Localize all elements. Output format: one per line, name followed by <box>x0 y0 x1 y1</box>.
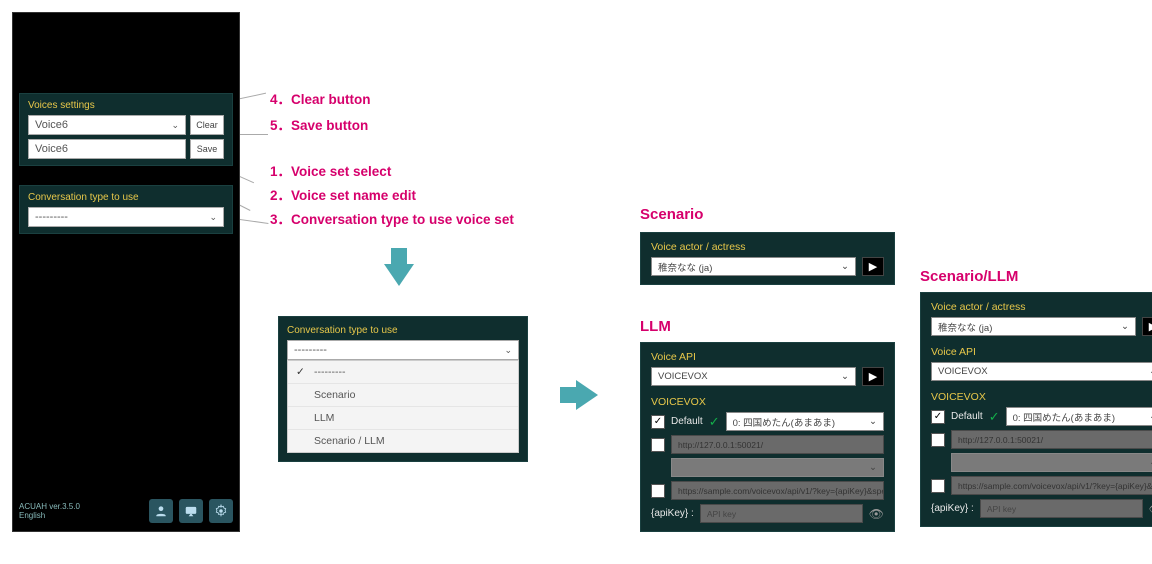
check-green-icon: ✓ <box>989 409 1000 425</box>
voice-actor-value: 稚奈なな (ja) <box>658 260 712 274</box>
chevron-down-icon: ⌄ <box>841 371 849 382</box>
annotation-1: 1．Voice set select <box>270 160 391 180</box>
speaker-select[interactable]: 0: 四国めたん(あまあま) ⌄ <box>726 412 884 431</box>
chat-icon[interactable] <box>179 499 203 523</box>
conversation-type-open-label: Conversation type to use <box>287 325 519 336</box>
option-scenario[interactable]: Scenario <box>288 384 518 407</box>
url1-extra-select[interactable]: ⌄ <box>951 453 1152 472</box>
conversation-type-open-value: --------- <box>294 344 327 356</box>
voice-set-name-value: Voice6 <box>35 143 68 155</box>
option-none[interactable]: --------- <box>288 361 518 384</box>
llm-panel: Voice API VOICEVOX ⌄ ▶ VOICEVOX ✓ Defaul… <box>640 342 895 532</box>
scenario-panel: Voice actor / actress 稚奈なな (ja) ⌄ ▶ <box>640 232 895 285</box>
voice-api-value: VOICEVOX <box>658 371 708 382</box>
default-checkbox[interactable]: ✓ <box>931 410 945 424</box>
play-button[interactable]: ▶ <box>862 367 884 386</box>
url2-input[interactable]: https://sample.com/voicevox/api/v1/?key=… <box>951 476 1152 495</box>
chevron-down-icon: ⌄ <box>869 462 877 473</box>
annotation-4: 4．Clear button <box>270 88 371 108</box>
default-label: Default <box>951 411 983 422</box>
default-label: Default <box>671 416 703 427</box>
chevron-down-icon: ⌄ <box>504 345 512 356</box>
scenario-llm-panel: Voice actor / actress 稚奈なな (ja) ⌄ ▶ Voic… <box>920 292 1152 527</box>
eye-icon[interactable]: 👁 <box>869 507 884 521</box>
footer-version: ACUAH ver.3.5.0 <box>19 502 80 512</box>
speaker-select[interactable]: 0: 四国めたん(あまあま) ⌄ <box>1006 407 1152 426</box>
gear-icon[interactable] <box>209 499 233 523</box>
chevron-down-icon: ⌄ <box>869 416 877 427</box>
apikey-label: {apiKey} : <box>931 503 974 514</box>
heading-llm: LLM <box>640 318 671 335</box>
voice-api-select[interactable]: VOICEVOX ⌄ <box>931 362 1152 381</box>
url2-checkbox[interactable] <box>651 484 665 498</box>
voices-settings-label: Voices settings <box>28 100 224 111</box>
voice-set-name-input[interactable]: Voice6 <box>28 139 186 159</box>
speaker-select-value: 0: 四国めたん(あまあま) <box>733 415 835 429</box>
voice-actor-value: 稚奈なな (ja) <box>938 320 992 334</box>
voicevox-label: VOICEVOX <box>931 391 1152 403</box>
apikey-label: {apiKey} : <box>651 508 694 519</box>
voicevox-label: VOICEVOX <box>651 396 884 408</box>
voice-api-label: Voice API <box>931 346 1152 358</box>
footer-language: English <box>19 511 80 521</box>
clear-button[interactable]: Clear <box>190 115 224 135</box>
play-button[interactable]: ▶ <box>1142 317 1152 336</box>
voice-actor-select[interactable]: 稚奈なな (ja) ⌄ <box>931 317 1136 336</box>
conversation-type-open-select[interactable]: --------- ⌄ <box>287 340 519 360</box>
voice-api-value: VOICEVOX <box>938 366 988 377</box>
chevron-down-icon: ⌄ <box>171 120 179 131</box>
conversation-type-value: --------- <box>35 211 68 223</box>
voice-set-select[interactable]: Voice6 ⌄ <box>28 115 186 135</box>
arrow-right-icon <box>560 380 598 410</box>
annotation-5: 5．Save button <box>270 114 368 134</box>
url1-input[interactable]: http://127.0.0.1:50021/ <box>671 435 884 454</box>
heading-scenario: Scenario <box>640 206 703 223</box>
url1-checkbox[interactable] <box>651 438 665 452</box>
url2-checkbox[interactable] <box>931 479 945 493</box>
conversation-type-label: Conversation type to use <box>28 192 224 203</box>
app-footer: ACUAH ver.3.5.0 English <box>19 502 80 521</box>
voice-set-select-value: Voice6 <box>35 119 68 131</box>
save-button[interactable]: Save <box>190 139 224 159</box>
option-llm[interactable]: LLM <box>288 407 518 430</box>
conversation-type-open-panel: Conversation type to use --------- ⌄ ---… <box>278 316 528 462</box>
voices-settings-panel: Voices settings Voice6 ⌄ Clear Voice6 Sa… <box>19 93 233 166</box>
chevron-down-icon: ⌄ <box>209 212 217 223</box>
user-icon[interactable] <box>149 499 173 523</box>
voice-actor-label: Voice actor / actress <box>931 301 1152 313</box>
url1-input[interactable]: http://127.0.0.1:50021/ <box>951 430 1152 449</box>
url1-extra-select[interactable]: ⌄ <box>671 458 884 477</box>
heading-scenario-llm: Scenario/LLM <box>920 268 1018 285</box>
voice-actor-label: Voice actor / actress <box>651 241 884 253</box>
url1-checkbox[interactable] <box>931 433 945 447</box>
chevron-down-icon: ⌄ <box>1121 321 1129 332</box>
default-checkbox[interactable]: ✓ <box>651 415 665 429</box>
conversation-type-panel: Conversation type to use --------- ⌄ <box>19 185 233 234</box>
speaker-select-value: 0: 四国めたん(あまあま) <box>1013 410 1115 424</box>
conversation-type-select[interactable]: --------- ⌄ <box>28 207 224 227</box>
app-shell: Voices settings Voice6 ⌄ Clear Voice6 Sa… <box>12 12 240 532</box>
check-green-icon: ✓ <box>709 414 720 430</box>
url2-input[interactable]: https://sample.com/voicevox/api/v1/?key=… <box>671 481 884 500</box>
play-button[interactable]: ▶ <box>862 257 884 276</box>
arrow-down-icon <box>384 248 414 286</box>
option-scenario-llm[interactable]: Scenario / LLM <box>288 430 518 452</box>
annotation-3: 3．Conversation type to use voice set <box>270 208 514 228</box>
voice-api-select[interactable]: VOICEVOX ⌄ <box>651 367 856 386</box>
voice-api-label: Voice API <box>651 351 884 363</box>
voice-actor-select[interactable]: 稚奈なな (ja) ⌄ <box>651 257 856 276</box>
apikey-input[interactable]: API key <box>700 504 863 523</box>
apikey-input[interactable]: API key <box>980 499 1143 518</box>
annotation-2: 2．Voice set name edit <box>270 184 416 204</box>
chevron-down-icon: ⌄ <box>841 261 849 272</box>
